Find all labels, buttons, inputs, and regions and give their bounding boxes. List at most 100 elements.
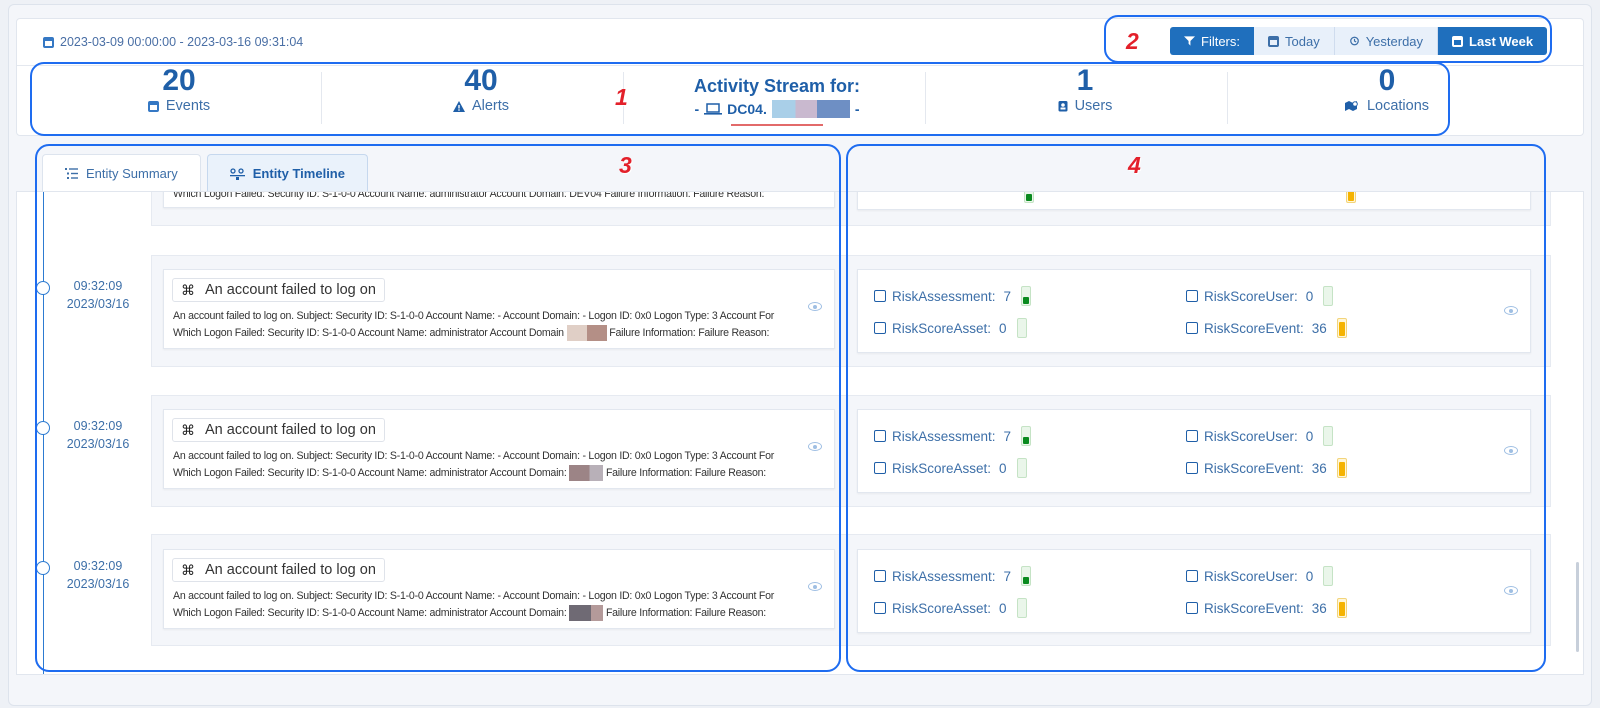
date-range[interactable]: 2023-03-09 00:00:00 - 2023-03-16 09:31:0… bbox=[43, 35, 303, 49]
eye-icon[interactable] bbox=[808, 582, 822, 591]
yesterday-label: Yesterday bbox=[1365, 33, 1424, 49]
timeline-node bbox=[36, 561, 50, 575]
risk-bar bbox=[1021, 426, 1032, 446]
assessment-icon bbox=[874, 290, 886, 302]
divider bbox=[1227, 72, 1228, 124]
asset-warning-icon bbox=[874, 462, 886, 474]
event-title: An account failed to log on bbox=[205, 422, 376, 438]
risk-label: RiskScoreEvent: bbox=[1204, 320, 1304, 336]
risk-bar bbox=[1336, 318, 1347, 338]
risk-bar bbox=[1323, 426, 1334, 446]
activity-stream-title: Activity Stream for: bbox=[693, 76, 861, 96]
event-card-partial[interactable]: Which Logon Failed: Security ID: S-1-0-0… bbox=[163, 191, 835, 208]
users-stat[interactable]: 1 Users bbox=[935, 64, 1235, 114]
risk-assessment: RiskAssessment: 7 bbox=[874, 426, 1032, 446]
redacted-domain bbox=[569, 465, 604, 482]
risk-value: 7 bbox=[1003, 288, 1012, 304]
risk-bar bbox=[1346, 192, 1356, 203]
event-title-tag: ⌘ An account failed to log on bbox=[172, 278, 385, 302]
risk-bar bbox=[1021, 286, 1032, 306]
risk-value: 0 bbox=[1305, 568, 1314, 584]
risk-label: RiskScoreEvent: bbox=[1204, 600, 1304, 616]
timeline-panel[interactable]: Which Logon Failed: Security ID: S-1-0-0… bbox=[16, 191, 1584, 675]
eye-icon[interactable] bbox=[1504, 586, 1518, 595]
assessment-icon bbox=[874, 430, 886, 442]
divider bbox=[321, 72, 322, 124]
desc-line: An account failed to log on. Subject: Se… bbox=[173, 450, 775, 462]
event-description: An account failed to log on. Subject: Se… bbox=[173, 448, 793, 482]
eye-icon[interactable] bbox=[808, 442, 822, 451]
events-stat[interactable]: 20 Events bbox=[29, 64, 329, 114]
locations-label: Locations bbox=[1366, 98, 1430, 114]
event-timestamp: 09:32:09 2023/03/16 bbox=[61, 417, 135, 453]
user-info-icon bbox=[1186, 430, 1198, 442]
risk-score-event: RiskScoreEvent: 36 bbox=[1186, 598, 1347, 618]
warning-icon bbox=[452, 100, 465, 112]
risk-value: 36 bbox=[1311, 600, 1327, 616]
eye-icon[interactable] bbox=[808, 302, 822, 311]
command-icon: ⌘ bbox=[181, 561, 195, 578]
last-week-button[interactable]: Last Week bbox=[1438, 27, 1548, 55]
calendar-clock-icon bbox=[1186, 602, 1198, 614]
marker-1: 1 bbox=[615, 84, 628, 110]
risk-assessment: RiskAssessment: 7 bbox=[874, 286, 1032, 306]
activity-host[interactable]: - DC04. - bbox=[687, 100, 867, 118]
risk-card[interactable]: RiskAssessment: 7 RiskScoreUser: 0 RiskS… bbox=[857, 409, 1531, 493]
alerts-stat[interactable]: 40 Alerts bbox=[331, 64, 631, 114]
desc-line: An account failed to log on. Subject: Se… bbox=[173, 590, 775, 602]
eye-icon[interactable] bbox=[1504, 446, 1518, 455]
tab-entity-summary[interactable]: Entity Summary bbox=[42, 154, 201, 192]
command-icon: ⌘ bbox=[181, 421, 195, 438]
risk-bar bbox=[1024, 192, 1034, 203]
tab-entity-timeline[interactable]: Entity Timeline bbox=[206, 154, 368, 192]
event-timestamp: 09:32:09 2023/03/16 bbox=[61, 277, 135, 313]
alerts-label: Alerts bbox=[471, 98, 510, 114]
risk-value: 0 bbox=[1305, 428, 1314, 444]
risk-score-event: RiskScoreEvent: 36 bbox=[1186, 458, 1347, 478]
risk-score-user: RiskScoreUser: 0 bbox=[1186, 566, 1334, 586]
event-time: 09:32:09 bbox=[73, 559, 123, 573]
risk-label: RiskScoreUser: bbox=[1204, 568, 1298, 584]
event-description: Which Logon Failed: Security ID: S-1-0-0… bbox=[173, 191, 765, 200]
event-card[interactable]: ⌘ An account failed to log on An account… bbox=[163, 409, 835, 489]
risk-score-asset: RiskScoreAsset: 0 bbox=[874, 318, 1027, 338]
event-card[interactable]: ⌘ An account failed to log on An account… bbox=[163, 269, 835, 349]
risk-score-asset: RiskScoreAsset: 0 bbox=[874, 458, 1027, 478]
risk-value: 0 bbox=[1305, 288, 1314, 304]
activity-stream-header: Activity Stream for: - DC04. - bbox=[687, 76, 867, 126]
events-label: Events bbox=[165, 98, 211, 114]
event-timestamp: 09:32:09 2023/03/16 bbox=[61, 557, 135, 593]
event-time: 09:32:09 bbox=[73, 279, 123, 293]
tab-label: Entity Timeline bbox=[252, 166, 345, 181]
risk-label: RiskScoreEvent: bbox=[1204, 460, 1304, 476]
risk-card[interactable]: RiskAssessment: 7 RiskScoreUser: 0 RiskS… bbox=[857, 269, 1531, 353]
users-label: Users bbox=[1074, 98, 1113, 114]
last-week-label: Last Week bbox=[1469, 33, 1534, 49]
risk-score-asset: RiskScoreAsset: 0 bbox=[874, 598, 1027, 618]
risk-card[interactable]: RiskAssessment: 7 RiskScoreUser: 0 RiskS… bbox=[857, 549, 1531, 633]
tab-label: Entity Summary bbox=[86, 166, 178, 181]
risk-card-partial[interactable] bbox=[857, 192, 1531, 210]
risk-label: RiskAssessment: bbox=[892, 568, 996, 584]
scrollbar-thumb[interactable] bbox=[1576, 562, 1579, 652]
today-button[interactable]: Today bbox=[1254, 27, 1335, 55]
desc-line: An account failed to log on. Subject: Se… bbox=[173, 310, 775, 322]
laptop-icon bbox=[704, 103, 723, 115]
desc-line: Which Logon Failed: Security ID: S-1-0-0… bbox=[173, 467, 567, 479]
locations-stat[interactable]: 0 Locations bbox=[1237, 64, 1537, 114]
date-range-text: 2023-03-09 00:00:00 - 2023-03-16 09:31:0… bbox=[60, 35, 304, 49]
eye-icon[interactable] bbox=[1504, 306, 1518, 315]
risk-label: RiskAssessment: bbox=[892, 428, 996, 444]
filters-button[interactable]: Filters: bbox=[1170, 27, 1254, 55]
event-date: 2023/03/16 bbox=[66, 437, 130, 451]
event-date: 2023/03/16 bbox=[66, 577, 130, 591]
event-title: An account failed to log on bbox=[205, 282, 376, 298]
risk-value: 0 bbox=[999, 460, 1007, 476]
user-info-icon bbox=[1186, 290, 1198, 302]
event-card[interactable]: ⌘ An account failed to log on An account… bbox=[163, 549, 835, 629]
marker-2: 2 bbox=[1126, 28, 1139, 54]
divider bbox=[925, 72, 926, 124]
risk-label: RiskScoreUser: bbox=[1204, 288, 1298, 304]
yesterday-button[interactable]: Yesterday bbox=[1334, 27, 1439, 55]
desc-line: Which Logon Failed: Security ID: S-1-0-0… bbox=[173, 327, 564, 339]
